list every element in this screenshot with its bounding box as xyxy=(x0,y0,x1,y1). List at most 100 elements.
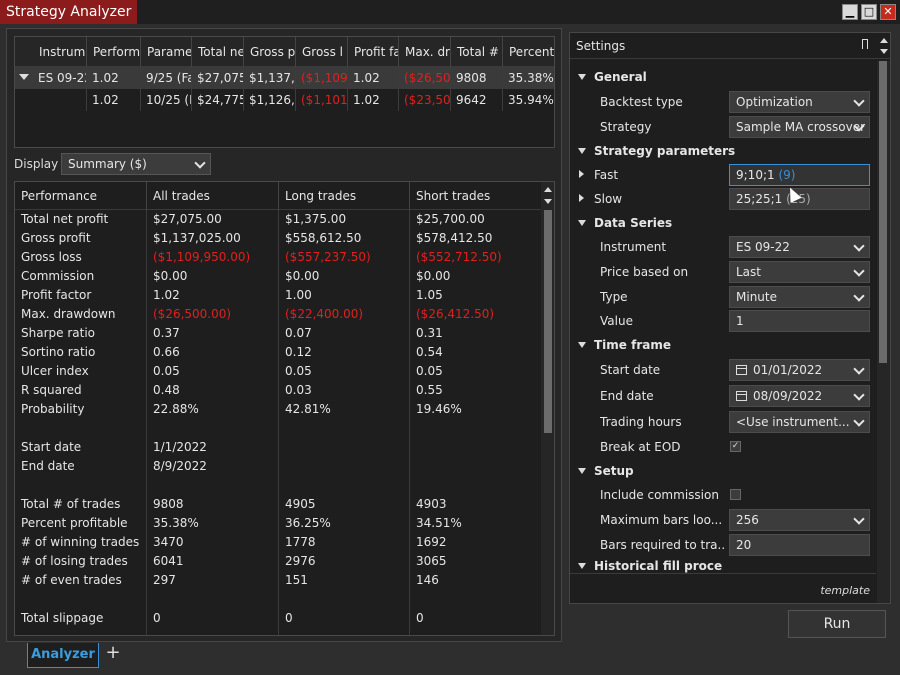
bars-required-input[interactable]: 20 xyxy=(729,534,870,556)
metric-value: $1,137,025.00 xyxy=(153,231,241,245)
metric-value: 4903 xyxy=(416,497,447,511)
results-header-1[interactable]: Perform xyxy=(87,37,141,67)
all-trades-column: $27,075.00 $1,137,025.00 ($1,109,950.00) $0… xyxy=(147,210,279,635)
display-select[interactable]: Summary ($) xyxy=(61,153,211,175)
results-header-5[interactable]: Gross l xyxy=(296,37,348,67)
scroll-down-icon[interactable] xyxy=(544,199,552,204)
strategy-select[interactable]: Sample MA crossover xyxy=(729,116,870,138)
fast-input[interactable]: 9;10;1 (9) xyxy=(729,164,870,186)
start-date-picker[interactable]: 01/01/2022 xyxy=(729,359,870,381)
trading-hours-value: <Use instrument... xyxy=(736,415,850,429)
type-select[interactable]: Minute xyxy=(729,286,870,308)
results-header-3[interactable]: Total ne xyxy=(192,37,244,67)
scroll-up-icon[interactable] xyxy=(544,187,552,192)
chevron-down-icon xyxy=(853,363,865,375)
chevron-down-icon xyxy=(853,290,865,302)
max-bars-select[interactable]: 256 xyxy=(729,509,870,531)
results-row-2[interactable]: 1.0210/25 (I$24,775$1,126,7($1,101,1.02(… xyxy=(15,89,554,111)
close-button[interactable]: ✕ xyxy=(880,4,896,20)
results-header-4[interactable]: Gross p xyxy=(244,37,296,67)
metric-value: 0.05 xyxy=(285,364,312,378)
display-value: Summary ($) xyxy=(68,157,147,171)
slow-input[interactable]: 25;25;1 (25) xyxy=(729,188,870,210)
metric-value: $578,412.50 xyxy=(416,231,493,245)
expand-fast-icon[interactable] xyxy=(579,170,584,178)
metric-value: 1.02 xyxy=(153,288,180,302)
settings-scroll-up-icon[interactable] xyxy=(880,38,888,43)
slow-value: 25;25;1 xyxy=(736,192,783,206)
section-time-frame[interactable]: Time frame xyxy=(570,335,671,355)
settings-scroll-down-icon[interactable] xyxy=(880,49,888,54)
metric-value: 42.81% xyxy=(285,402,331,416)
performance-scrollbar[interactable] xyxy=(541,182,554,635)
trading-hours-select[interactable]: <Use instrument... xyxy=(729,411,870,433)
results-cell: 9808 xyxy=(451,67,503,89)
expand-slow-icon[interactable] xyxy=(579,194,584,202)
pin-icon[interactable] xyxy=(862,39,868,49)
results-cell: 35.94% xyxy=(503,89,554,111)
metric-value: $1,375.00 xyxy=(285,212,347,226)
break-at-eod-checkbox[interactable]: ✓ xyxy=(730,441,741,452)
long-trades-column: $1,375.00 $558,612.50 ($557,237.50) $0.00 1.… xyxy=(279,210,410,635)
maximize-button[interactable]: □ xyxy=(861,4,877,20)
results-cell: 9642 xyxy=(451,89,503,111)
chevron-down-icon xyxy=(853,415,865,427)
header-short-trades[interactable]: Short trades xyxy=(410,182,541,210)
instrument-value: ES 09-22 xyxy=(736,240,790,254)
run-button[interactable]: Run xyxy=(788,610,886,638)
tab-analyzer[interactable]: Analyzer xyxy=(27,643,99,668)
performance-header: Performance All trades Long trades Short… xyxy=(15,182,541,210)
results-cell: $1,126,7 xyxy=(244,89,296,111)
title-bar: Strategy Analyzer ▁ □ ✕ xyxy=(0,0,900,24)
settings-scroll-thumb[interactable] xyxy=(879,61,887,363)
backtest-type-label: Backtest type xyxy=(600,95,683,109)
metric-value: 297 xyxy=(153,573,176,587)
section-setup[interactable]: Setup xyxy=(570,461,634,481)
include-commission-checkbox[interactable] xyxy=(730,489,741,500)
results-header-2[interactable]: Parame xyxy=(141,37,192,67)
fast-hint: (9) xyxy=(778,168,796,182)
price-based-on-select[interactable]: Last xyxy=(729,261,870,283)
results-header-7[interactable]: Max. dra xyxy=(399,37,451,67)
metric-value: 0.55 xyxy=(416,383,443,397)
section-data-series[interactable]: Data Series xyxy=(570,213,672,233)
results-cell: ($1,101, xyxy=(296,89,348,111)
metric-label: Start date xyxy=(21,440,82,454)
collapse-icon xyxy=(578,342,586,348)
metric-value: $558,612.50 xyxy=(285,231,362,245)
metric-value: ($1,109,950.00) xyxy=(153,250,251,264)
section-general[interactable]: General xyxy=(570,67,647,87)
end-date-picker[interactable]: 08/09/2022 xyxy=(729,385,870,407)
header-performance[interactable]: Performance xyxy=(15,182,147,210)
metric-label: Sharpe ratio xyxy=(21,326,95,340)
results-cell xyxy=(33,89,87,111)
instrument-select[interactable]: ES 09-22 xyxy=(729,236,870,258)
metric-value: 0 xyxy=(153,611,161,625)
results-header-0[interactable]: Instrum xyxy=(33,37,87,67)
scroll-thumb[interactable] xyxy=(544,210,552,433)
template-link[interactable]: template xyxy=(820,584,870,597)
header-all-trades[interactable]: All trades xyxy=(147,182,279,210)
results-cell: $1,137,0 xyxy=(244,67,296,89)
add-tab-button[interactable]: + xyxy=(102,643,124,665)
calendar-icon xyxy=(736,391,747,401)
results-header-8[interactable]: Total # xyxy=(451,37,503,67)
header-long-trades[interactable]: Long trades xyxy=(279,182,410,210)
section-strategy-parameters[interactable]: Strategy parameters xyxy=(570,141,735,161)
backtest-type-select[interactable]: Optimization xyxy=(729,91,870,113)
price-based-on-label: Price based on xyxy=(600,265,689,279)
strategy-analyzer-window: Strategy Analyzer ▁ □ ✕ Instrum Perform Pa… xyxy=(0,0,900,675)
minimize-button[interactable]: ▁ xyxy=(842,4,858,20)
settings-scrollbar[interactable] xyxy=(877,61,890,603)
expand-icon[interactable] xyxy=(19,74,29,80)
value-input[interactable]: 1 xyxy=(729,310,870,332)
metric-label: Gross loss xyxy=(21,250,82,264)
results-cell: ES 09-22 xyxy=(33,67,87,89)
results-row-1[interactable]: ES 09-221.029/25 (Fast)$27,075$1,137,0($… xyxy=(15,67,554,89)
results-header-9[interactable]: Percent xyxy=(503,37,554,67)
metric-value: 0 xyxy=(285,611,293,625)
section-historical-fill[interactable]: Historical fill proce xyxy=(570,559,722,573)
results-header-6[interactable]: Profit fa xyxy=(348,37,399,67)
calendar-icon xyxy=(736,365,747,375)
results-cell: 35.38% xyxy=(503,67,554,89)
